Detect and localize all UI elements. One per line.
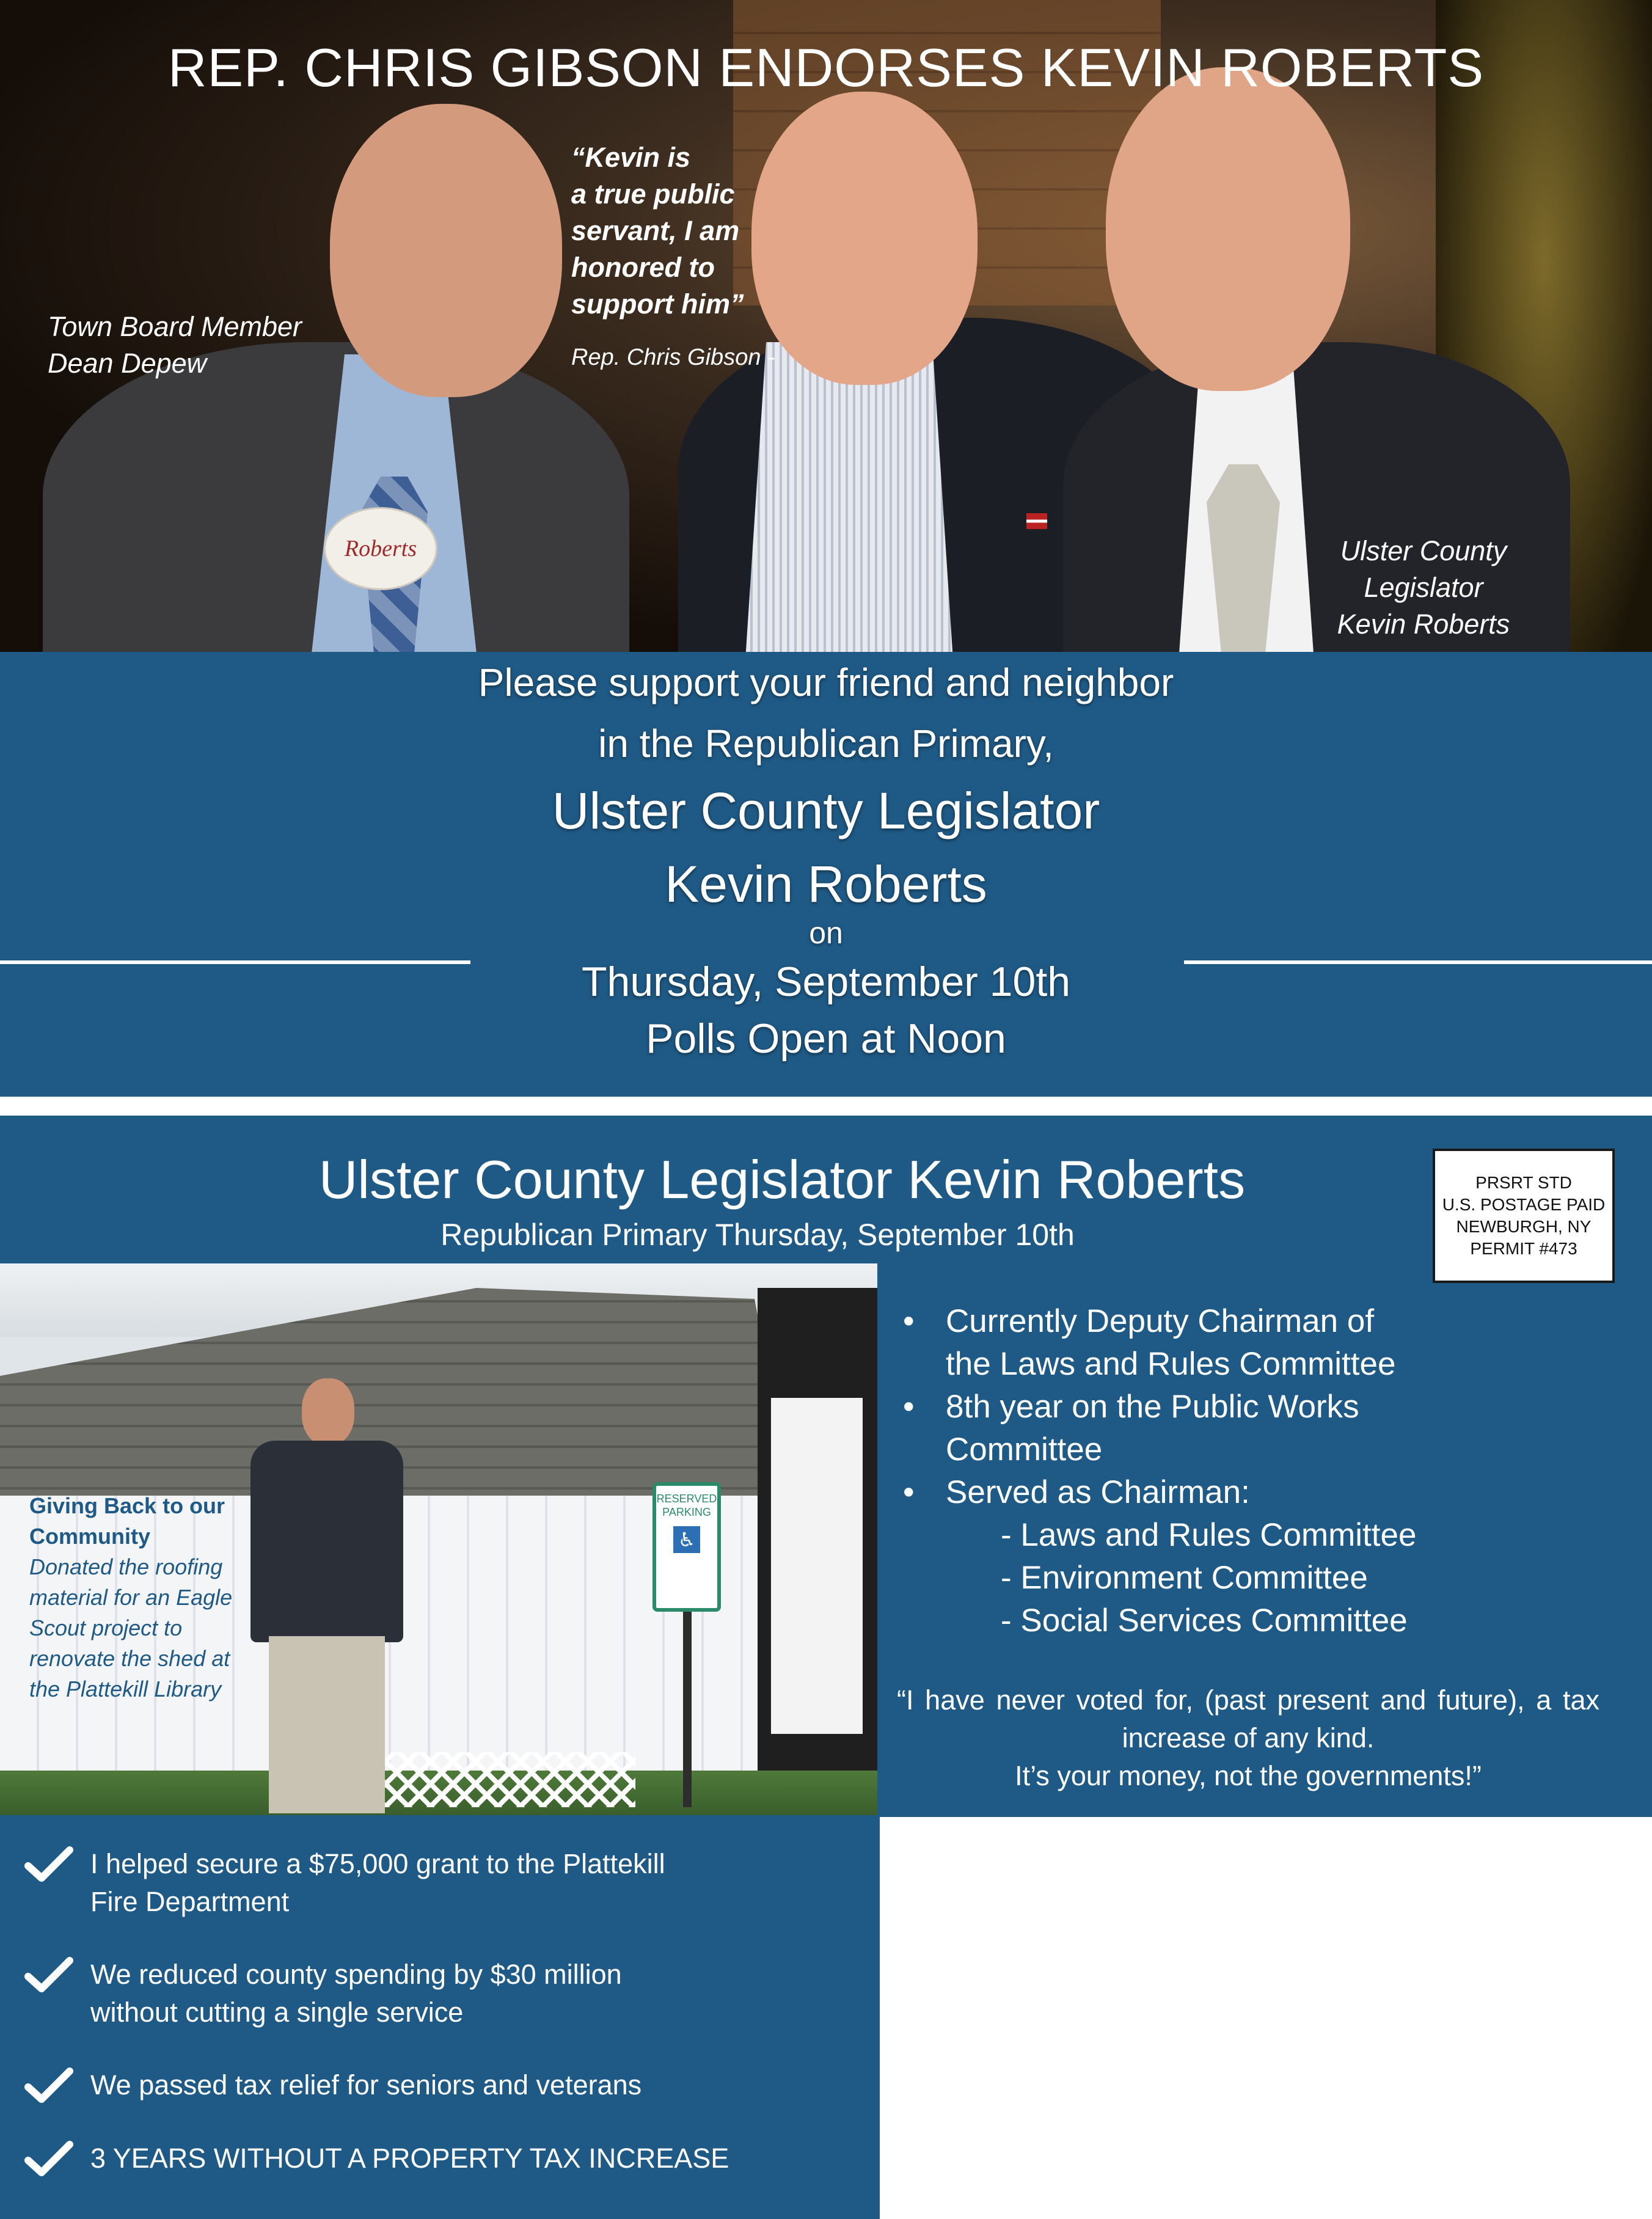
achievement-text: 3 YEARS WITHOUT A PROPERTY TAX INCREASE [90, 2143, 729, 2174]
door-panel [771, 1398, 863, 1734]
appeal-line-2: in the Republican Primary, [598, 722, 1054, 766]
bullet-icon: • [903, 1474, 915, 1510]
parking-sign: RESERVED PARKING ♿ [652, 1482, 721, 1612]
check-icon [24, 2141, 73, 2176]
achievement-text: We reduced county spending by $30 millio… [90, 1959, 622, 1990]
caption-line: Ulster County [1340, 535, 1507, 566]
list-item: • Served as Chairman: [897, 1471, 1599, 1514]
caption-line: Kevin Roberts [1337, 609, 1510, 640]
mailer-title: Ulster County Legislator Kevin Roberts [318, 1149, 1246, 1210]
check-icon [24, 1846, 73, 1882]
achievement-text: We passed tax relief for seniors and vet… [90, 2069, 642, 2100]
caption-line: Legislator [1364, 572, 1483, 603]
bullet-text: Served as Chairman: [946, 1474, 1250, 1510]
caption-body: the Plattekill Library [29, 1676, 222, 1702]
bullet-icon: • [903, 1389, 915, 1425]
achievement-item: I helped secure a $75,000 grant to the P… [24, 1845, 855, 1921]
appeal-line-4: Kevin Roberts [665, 855, 987, 913]
list-item: • 8th year on the Public Works Committee [897, 1386, 1599, 1471]
record-list: • Currently Deputy Chairman of the Laws an… [897, 1300, 1599, 1642]
kevin-head [302, 1378, 354, 1446]
postage-line: NEWBURGH, NY [1456, 1217, 1592, 1236]
caption-heading: Community [29, 1524, 150, 1549]
list-item: • Currently Deputy Chairman of the Laws an… [897, 1300, 1599, 1386]
headline: REP. CHRIS GIBSON ENDORSES KEVIN ROBERTS [167, 37, 1485, 98]
quote-line: “Kevin is [571, 142, 691, 173]
check-icon [24, 1957, 73, 1992]
postage-line: U.S. POSTAGE PAID [1442, 1195, 1606, 1214]
right-caption: Ulster County Legislator Kevin Roberts [1314, 533, 1533, 643]
achievement-item: We passed tax relief for seniors and vet… [24, 2066, 855, 2104]
bullet-text: Committee [946, 1431, 1103, 1468]
bullet-text: the Laws and Rules Committee [946, 1346, 1396, 1382]
quote-line: a true public [571, 178, 735, 210]
caption-body: renovate the shed at [29, 1646, 230, 1671]
bullet-text: Currently Deputy Chairman of [946, 1303, 1375, 1339]
chair-item: - Environment Committee [1001, 1560, 1368, 1596]
caption-body: Donated the roofing [29, 1554, 223, 1579]
sign-line: PARKING [662, 1506, 711, 1518]
chair-item: - Social Services Committee [1001, 1603, 1408, 1639]
postage-line: PERMIT #473 [1470, 1239, 1577, 1258]
achievement-item: 3 YEARS WITHOUT A PROPERTY TAX INCREASE [24, 2140, 855, 2177]
postage-line: PRSRT STD [1475, 1173, 1572, 1192]
kevin-pants [269, 1636, 385, 1813]
bullet-icon: • [903, 1303, 915, 1339]
achievement-text: without cutting a single service [90, 1997, 464, 2028]
achievements-panel: I helped secure a $75,000 grant to the P… [0, 1817, 880, 2219]
appeal-line-5: on [809, 916, 843, 950]
separator [0, 1097, 1652, 1116]
postage-indicia: PRSRT STD U.S. POSTAGE PAID NEWBURGH, NY… [1433, 1149, 1615, 1283]
photo-caption: Giving Back to our Community Donated the… [29, 1491, 274, 1705]
caption-heading: Giving Back to our [29, 1493, 225, 1518]
quote-line: It’s your money, not the governments!” [1015, 1760, 1482, 1791]
appeal-date: Thursday, September 10th [581, 959, 1071, 1005]
tax-quote: “I have never voted for, (past present a… [897, 1681, 1599, 1795]
quote-line: servant, I am [571, 215, 740, 246]
achievement-text: I helped secure a $75,000 grant to the P… [90, 1848, 665, 1879]
appeal-polls: Polls Open at Noon [646, 1015, 1006, 1062]
appeal-line-1: Please support your friend and neighbor [478, 660, 1174, 704]
achievement-item: We reduced county spending by $30 millio… [24, 1956, 855, 2031]
appeal-band: Please support your friend and neighbor … [0, 652, 1652, 1097]
appeal-line-3: Ulster County Legislator [552, 782, 1100, 839]
quote-line: support him” [571, 288, 744, 320]
quote-attribution: Rep. Chris Gibson - [571, 345, 775, 370]
caption-body: Scout project to [29, 1615, 183, 1640]
caption-line: Town Board Member [48, 311, 302, 342]
quote-line: “I have never voted for, (past present a… [897, 1684, 1599, 1753]
endorsement-quote: “Kevin is a true public servant, I am ho… [571, 139, 744, 323]
left-caption: Town Board Member Dean Depew [48, 309, 302, 382]
caption-line: Dean Depew [48, 348, 207, 379]
endorsement-photo: Roberts REP. CHRIS GIBSON ENDORSES KEVIN… [0, 0, 1652, 652]
achievement-text: Fire Department [90, 1886, 290, 1917]
chair-item: - Laws and Rules Committee [1001, 1517, 1417, 1553]
campaign-button: Roberts [324, 507, 437, 590]
mailer-subtitle: Republican Primary Thursday, September 1… [440, 1218, 1075, 1252]
caption-body: material for an Eagle [29, 1585, 233, 1610]
accessibility-icon: ♿ [673, 1526, 700, 1553]
sign-line: RESERVED [656, 1493, 717, 1505]
check-icon [24, 2067, 73, 2103]
quote-line: honored to [571, 252, 715, 283]
bullet-text: 8th year on the Public Works [946, 1389, 1359, 1425]
